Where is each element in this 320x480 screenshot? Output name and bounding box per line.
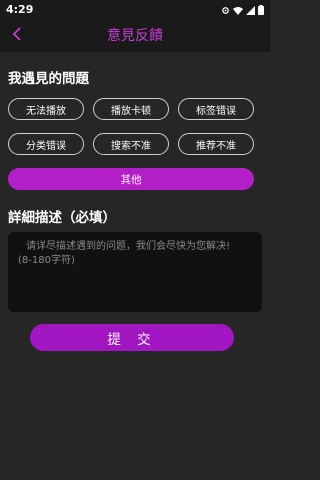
chip-playback-lag[interactable]: 播放卡顿 xyxy=(93,98,169,120)
details-section-title: 詳細描述（必填） xyxy=(8,210,116,226)
chip-other[interactable]: 其他 xyxy=(8,168,254,190)
chip-search-inaccurate[interactable]: 搜索不准 xyxy=(93,133,169,155)
description-textarea[interactable]: 请详尽描述遇到的问题，我们会尽快为您解决! (8-180字符) xyxy=(8,232,262,312)
chip-tag-error[interactable]: 标签错误 xyxy=(178,98,254,120)
problems-section-title: 我遇見的問題 xyxy=(8,71,89,87)
back-button[interactable] xyxy=(6,24,28,46)
submit-button[interactable]: 提 交 xyxy=(30,324,234,351)
chip-label: 播放卡顿 xyxy=(111,105,151,117)
status-bar: 4:29 xyxy=(0,0,270,18)
chip-label: 无法播放 xyxy=(26,105,66,117)
submit-label: 提 交 xyxy=(107,331,157,348)
chip-recommend-inaccurate[interactable]: 推荐不准 xyxy=(178,133,254,155)
chip-label: 分类错误 xyxy=(26,140,66,152)
placeholder-line-2: (8-180字符) xyxy=(18,255,75,266)
chip-label: 搜索不准 xyxy=(111,140,151,152)
signal-icon xyxy=(246,0,255,19)
page-title: 意見反饋 xyxy=(107,28,163,44)
chip-label: 推荐不准 xyxy=(196,140,236,152)
chip-category-error[interactable]: 分类错误 xyxy=(8,133,84,155)
chip-label: 其他 xyxy=(120,173,142,186)
app-bar: 意見反饋 xyxy=(0,18,270,52)
chevron-left-icon xyxy=(12,26,22,45)
chip-label: 标签错误 xyxy=(196,105,236,117)
status-time: 4:29 xyxy=(6,2,34,16)
chip-cannot-play[interactable]: 无法播放 xyxy=(8,98,84,120)
system-icons xyxy=(221,0,264,19)
battery-icon xyxy=(258,0,264,19)
wifi-icon xyxy=(233,0,243,19)
settings-icon xyxy=(221,0,230,19)
placeholder-line-1: 请详尽描述遇到的问题，我们会尽快为您解决! xyxy=(26,241,231,252)
